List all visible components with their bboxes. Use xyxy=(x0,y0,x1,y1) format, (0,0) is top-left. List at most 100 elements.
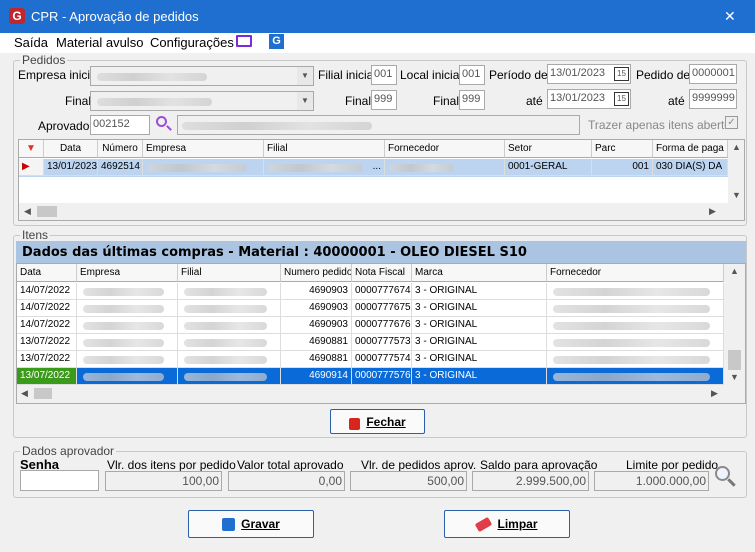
periodo-ate-label: até xyxy=(526,94,543,108)
col-header-data[interactable]: Data xyxy=(44,140,98,158)
cell-fornecedor xyxy=(547,368,724,385)
save-icon xyxy=(222,517,236,531)
empresa-inicial-label: Empresa inicial xyxy=(18,68,100,82)
scroll-down-icon[interactable]: ▼ xyxy=(732,190,741,200)
col-header-empresa[interactable]: Empresa xyxy=(77,264,178,282)
pedido-ate-input[interactable]: 9999999 xyxy=(689,89,737,109)
col-header-data[interactable]: Data xyxy=(17,264,77,282)
aprovador-label: Aprovador xyxy=(38,119,94,133)
vertical-scrollbar[interactable]: ▲ ▼ xyxy=(724,264,745,385)
fechar-label: Fechar xyxy=(366,414,406,429)
cell-forma-pag: 030 DIA(S) DA xyxy=(653,159,728,176)
scroll-right-icon[interactable]: ▶ xyxy=(709,206,716,217)
cell-numero-pedido: 4690881 xyxy=(281,334,352,351)
calendar-icon[interactable]: 15 xyxy=(614,92,629,106)
cell-nota-fiscal: 0000777576 xyxy=(352,368,412,385)
aprovador-input[interactable]: 002152 xyxy=(90,115,150,135)
cell-filial xyxy=(178,317,281,334)
limpar-button[interactable]: Limpar xyxy=(444,510,570,538)
cell-data: 14/07/2022 xyxy=(17,317,77,334)
menu-bar: Saída Material avulso Configurações G xyxy=(0,33,755,53)
cell-fornecedor xyxy=(385,159,505,176)
cell-empresa xyxy=(77,283,178,300)
table-row[interactable]: 14/07/2022 4690903 0000777675 3 - ORIGINAL xyxy=(17,300,724,317)
scroll-left-icon[interactable]: ◀ xyxy=(21,388,28,399)
scroll-thumb[interactable] xyxy=(34,388,52,399)
menu-item-saida[interactable]: Saída xyxy=(14,35,48,50)
filial-inicial-label: Filial inicial xyxy=(318,68,377,82)
scroll-down-icon[interactable]: ▼ xyxy=(730,372,739,382)
senha-input[interactable] xyxy=(20,470,99,491)
cell-data: 14/07/2022 xyxy=(17,300,77,317)
cell-filial: ... xyxy=(264,159,385,176)
pedido-ate-label: até xyxy=(668,94,685,108)
pedido-de-input[interactable]: 0000001 xyxy=(689,64,737,84)
filial-final-input[interactable]: 999 xyxy=(371,90,397,110)
filial-inicial-input[interactable]: 001 xyxy=(371,65,397,85)
eraser-icon xyxy=(475,516,493,532)
col-header-numero-pedido[interactable]: Numero pedido xyxy=(281,264,352,282)
table-row[interactable]: 13/07/2022 4690881 0000777573 3 - ORIGINAL xyxy=(17,334,724,351)
zoom-icon[interactable] xyxy=(713,464,737,488)
col-header-numero[interactable]: Número xyxy=(98,140,143,158)
chevron-down-icon[interactable]: ▼ xyxy=(297,67,313,85)
scroll-left-icon[interactable]: ◀ xyxy=(24,206,31,217)
col-header-fornecedor[interactable]: Fornecedor xyxy=(547,264,724,282)
limite-label: Limite por pedido xyxy=(626,458,719,472)
scroll-right-icon[interactable]: ▶ xyxy=(711,388,718,399)
table-row[interactable]: 14/07/2022 4690903 0000777674 3 - ORIGINAL xyxy=(17,283,724,300)
empresa-final-combo[interactable]: ▼ xyxy=(90,91,314,111)
local-inicial-input[interactable]: 001 xyxy=(459,65,485,85)
col-header-forma-pag[interactable]: Forma de paga xyxy=(653,140,728,158)
local-final-input[interactable]: 999 xyxy=(459,90,485,110)
col-header-filial[interactable]: Filial xyxy=(178,264,281,282)
menu-item-configuracoes[interactable]: Configurações xyxy=(150,35,234,50)
scroll-up-icon[interactable]: ▲ xyxy=(730,266,739,276)
empresa-inicial-combo[interactable]: ▼ xyxy=(90,66,314,86)
cell-numero-pedido: 4690881 xyxy=(281,351,352,368)
cell-filial xyxy=(178,351,281,368)
window-title: CPR - Aprovação de pedidos xyxy=(31,9,199,24)
col-header-empresa[interactable]: Empresa xyxy=(143,140,264,158)
cell-fornecedor xyxy=(547,334,724,351)
col-header-fornecedor[interactable]: Fornecedor xyxy=(385,140,505,158)
cell-numero-pedido: 4690903 xyxy=(281,283,352,300)
scroll-thumb[interactable] xyxy=(728,350,741,370)
monitor-icon[interactable] xyxy=(236,35,252,47)
gravar-button[interactable]: Gravar xyxy=(188,510,314,538)
cell-setor: 0001-GERAL xyxy=(505,159,592,176)
horizontal-scrollbar[interactable]: ◀ ▶ xyxy=(19,203,744,220)
col-header-parc[interactable]: Parc xyxy=(592,140,653,158)
cell-filial xyxy=(178,334,281,351)
cell-nota-fiscal: 0000777676 xyxy=(352,317,412,334)
fechar-button[interactable]: Fechar xyxy=(330,409,425,434)
col-header-filial[interactable]: Filial xyxy=(264,140,385,158)
periodo-de-input[interactable]: 13/01/2023 15 xyxy=(547,64,631,84)
table-row[interactable]: ▶ 13/01/2023 4692514 ... 0001-GERAL 001 … xyxy=(19,159,728,177)
cell-nota-fiscal: 0000777675 xyxy=(352,300,412,317)
close-icon[interactable]: ✕ xyxy=(724,8,736,25)
horizontal-scrollbar[interactable]: ◀ ▶ xyxy=(17,385,745,403)
scroll-up-icon[interactable]: ▲ xyxy=(732,142,741,152)
aprovador-name-field xyxy=(177,115,580,135)
menu-item-material-avulso[interactable]: Material avulso xyxy=(56,35,143,50)
table-row[interactable]: 13/07/2022 4690914 0000777576 3 - ORIGINAL xyxy=(17,368,724,385)
title-bar: G CPR - Aprovação de pedidos ✕ xyxy=(0,0,755,33)
col-header-nota-fiscal[interactable]: Nota Fiscal xyxy=(352,264,412,282)
app-shortcut-icon[interactable]: G xyxy=(269,34,284,49)
table-row[interactable]: 13/07/2022 4690881 0000777574 3 - ORIGINAL xyxy=(17,351,724,368)
periodo-ate-input[interactable]: 13/01/2023 15 xyxy=(547,89,631,109)
search-icon[interactable] xyxy=(155,115,173,133)
scroll-thumb[interactable] xyxy=(37,206,57,217)
calendar-icon[interactable]: 15 xyxy=(614,67,629,81)
vertical-scrollbar[interactable]: ▲ ▼ xyxy=(728,140,744,203)
trazer-abertos-checkbox[interactable]: ✓ xyxy=(725,116,738,129)
cell-data: 13/01/2023 xyxy=(44,159,98,176)
cell-empresa xyxy=(77,351,178,368)
cell-numero-pedido: 4690903 xyxy=(281,300,352,317)
chevron-down-icon[interactable]: ▼ xyxy=(297,92,313,110)
cell-fornecedor xyxy=(547,351,724,368)
col-header-marca[interactable]: Marca xyxy=(412,264,547,282)
table-row[interactable]: 14/07/2022 4690903 0000777676 3 - ORIGINAL xyxy=(17,317,724,334)
col-header-setor[interactable]: Setor xyxy=(505,140,592,158)
